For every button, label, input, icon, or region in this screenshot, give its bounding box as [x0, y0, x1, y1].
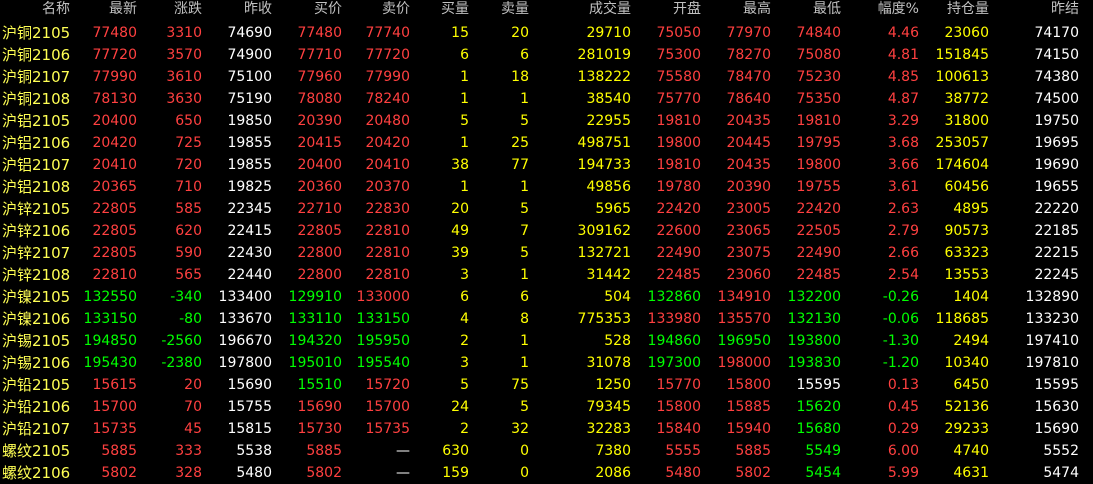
cell-askv: 20 [511, 25, 529, 41]
cell-askv: 7 [520, 223, 529, 239]
quote-row[interactable]: 沪铜2107 77990 3610 75100 77960 77990 1 18 138222 7… [0, 66, 1093, 88]
cell-askv: 6 [520, 289, 529, 305]
cell-settle: 74150 [1034, 47, 1079, 63]
cell-askv: 75 [511, 377, 529, 393]
quote-row[interactable]: 螺纹2106 5802 328 5480 5802—159 0 2086 5480 5802 54… [0, 462, 1093, 484]
header-oi[interactable]: 持仓量 [889, 0, 989, 18]
quote-row[interactable]: 沪铜2105 77480 3310 74690 77480 77740 15 20 29710 7… [0, 22, 1093, 44]
cell-settle: 197810 [1025, 355, 1079, 371]
cell-askv: 77 [511, 157, 529, 173]
quote-row[interactable]: 沪铝2107 20410 720 19855 20400 20410 38 77 194733 1… [0, 154, 1093, 176]
quote-row[interactable]: 沪铝2106 20420 725 19855 20415 20420 1 25 498751 19… [0, 132, 1093, 154]
quote-row[interactable]: 沪锌2108 22810 565 22440 22800 22810 3 1 31442 2248… [0, 264, 1093, 286]
cell-askv: 1 [520, 179, 529, 195]
cell-settle: 19690 [1034, 157, 1079, 173]
cell-settle: 74380 [1034, 69, 1079, 85]
cell-settle: 74170 [1034, 25, 1079, 41]
cell-settle: 22245 [1034, 267, 1079, 283]
cell-settle: 19750 [1034, 113, 1079, 129]
futures-quote-board: 名称 最新 涨跌 昨收 买价 卖价 买量 卖量 成交量 开盘 最高 最低 幅度% 持仓量 昨结 沪铜2105… [0, 0, 1093, 482]
cell-askv: 25 [511, 135, 529, 151]
quote-row[interactable]: 沪铜2108 78130 3630 75190 78080 78240 1 1 38540 757… [0, 88, 1093, 110]
quote-row[interactable]: 沪锌2107 22805 590 22430 22800 22810 39 5 132721 22… [0, 242, 1093, 264]
quote-row[interactable]: 沪铅2107 15735 45 15815 15730 15735 2 32 32283 1584… [0, 418, 1093, 440]
cell-askv: 8 [520, 311, 529, 327]
quote-row[interactable]: 沪铝2108 20365 710 19825 20360 20370 1 1 49856 1978… [0, 176, 1093, 198]
quote-row[interactable]: 沪铅2105 15615 20 15690 15510 15720 5 75 1250 15770… [0, 374, 1093, 396]
cell-askv: 32 [511, 421, 529, 437]
quote-row[interactable]: 沪镍2106 133150 -80 133670 133110 133150 4 8 77535… [0, 308, 1093, 330]
cell-settle: 132890 [1025, 289, 1079, 305]
cell-settle: 133230 [1025, 311, 1079, 327]
quote-row[interactable]: 沪铅2106 15700 70 15755 15690 15700 24 5 79345 1580… [0, 396, 1093, 418]
cell-askv: 1 [520, 267, 529, 283]
cell-settle: 22220 [1034, 201, 1079, 217]
quote-row[interactable]: 沪锡2106 195430 -2380 197800 195010 195540 3 1 310… [0, 352, 1093, 374]
cell-askv: 5 [520, 201, 529, 217]
quote-row[interactable]: 沪锡2105 194850 -2560 196670 194320 195950 2 1 528… [0, 330, 1093, 352]
cell-askv: 0 [520, 443, 529, 459]
header-settle[interactable]: 昨结 [979, 0, 1079, 18]
quote-row[interactable]: 沪锌2106 22805 620 22415 22805 22810 49 7 309162 22… [0, 220, 1093, 242]
cell-settle: 5552 [1043, 443, 1079, 459]
cell-askv: 0 [520, 465, 529, 481]
cell-settle: 5474 [1043, 465, 1079, 481]
column-header-row: 名称 最新 涨跌 昨收 买价 卖价 买量 卖量 成交量 开盘 最高 最低 幅度% 持仓量 昨结 [0, 0, 1093, 18]
cell-askv: 6 [520, 47, 529, 63]
cell-settle: 22215 [1034, 245, 1079, 261]
quote-row[interactable]: 螺纹2105 5885 333 5538 5885—630 0 7380 5555 5885 55… [0, 440, 1093, 462]
cell-askv: 5 [520, 113, 529, 129]
quote-row[interactable]: 沪锌2105 22805 585 22345 22710 22830 20 5 5965 2242… [0, 198, 1093, 220]
quote-row[interactable]: 沪镍2105 132550 -340 133400 129910 133000 6 6 504 1… [0, 286, 1093, 308]
cell-settle: 22185 [1034, 223, 1079, 239]
cell-askv: 1 [520, 91, 529, 107]
cell-settle: 19655 [1034, 179, 1079, 195]
cell-settle: 19695 [1034, 135, 1079, 151]
cell-settle: 15630 [1034, 399, 1079, 415]
quote-row[interactable]: 沪铝2105 20400 650 19850 20390 20480 5 5 22955 1981… [0, 110, 1093, 132]
cell-settle: 15690 [1034, 421, 1079, 437]
cell-askv: 18 [511, 69, 529, 85]
cell-askv: 1 [520, 333, 529, 349]
quote-row[interactable]: 沪铜2106 77720 3570 74900 77710 77720 6 6 281019 75… [0, 44, 1093, 66]
cell-askv: 5 [520, 245, 529, 261]
header-askv[interactable]: 卖量 [429, 0, 529, 18]
cell-askv: 5 [520, 399, 529, 415]
cell-askv: 1 [520, 355, 529, 371]
cell-settle: 74500 [1034, 91, 1079, 107]
cell-settle: 197410 [1025, 333, 1079, 349]
cell-settle: 15595 [1034, 377, 1079, 393]
